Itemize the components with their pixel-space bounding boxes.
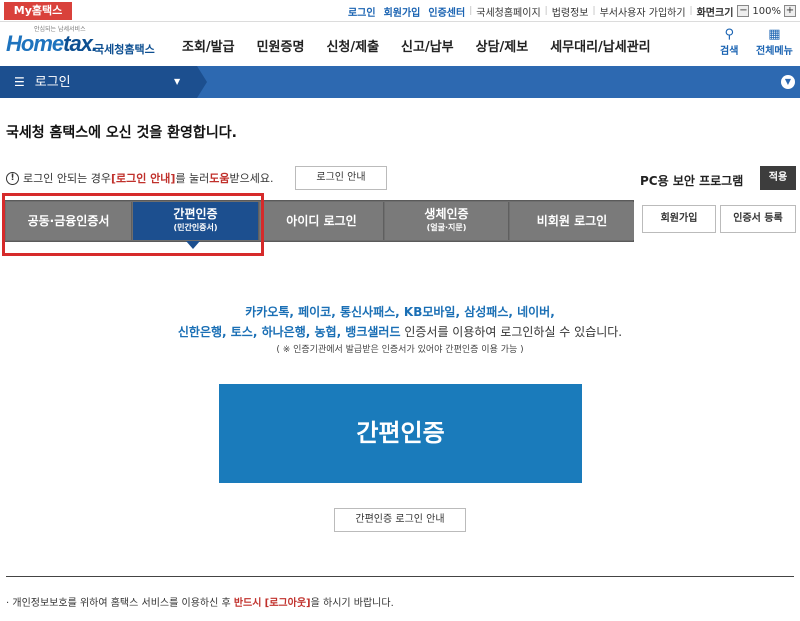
- logo-tax: tax.: [63, 31, 98, 56]
- notice-text-post: 받으세요.: [229, 172, 274, 185]
- tab-label: 비회원 로그인: [536, 214, 608, 228]
- tab-label: 생체인증: [424, 207, 469, 221]
- cert-register-button[interactable]: 인증서 등록: [720, 205, 796, 233]
- logo-wordmark: Hometax.: [6, 31, 98, 57]
- logout-notice: · 개인정보보호를 위하여 홈택스 서비스를 이용하신 후 반드시 [로그아웃]…: [6, 594, 394, 609]
- join-button[interactable]: 회원가입: [642, 205, 716, 233]
- notice-text-mid: 를 눌러: [175, 172, 210, 185]
- search-label: 검색: [720, 46, 739, 57]
- login-notice: ! 로그인 안되는 경우 [로그인 안내] 를 눌러 도움 받으세요.: [6, 170, 274, 186]
- nav-apply-submit[interactable]: 신청/제출: [326, 36, 379, 55]
- logout-notice-logout: [로그아웃]: [264, 598, 311, 609]
- simple-auth-description: 카카오톡, 페이코, 통신사패스, KB모바일, 삼성패스, 네이버, 신한은행…: [0, 302, 800, 358]
- utility-links: 로그인 회원가입 인증센터 | 국세청홈페이지 | 법령정보 | 부서사용자 가…: [344, 3, 798, 19]
- nav-civil-certificate[interactable]: 민원증명: [257, 36, 305, 55]
- provider-note: ( ※ 인증기관에서 발급받은 인증서가 있어야 간편인증 이용 가능 ): [276, 345, 524, 355]
- provider-list-line2: 신한은행, 토스, 하나은행, 농협, 뱅크샐러드 인증서를 이용하여 로그인하…: [0, 322, 800, 342]
- location-label: 로그인: [34, 75, 71, 90]
- all-menu-label: 전체메뉴: [756, 46, 793, 57]
- header: 안심되는 납세서비스 Hometax. 국세청홈택스 조회/발급 민원증명 신청…: [0, 22, 800, 66]
- tab-label: 아이디 로그인: [286, 214, 357, 228]
- main-nav: 조회/발급 민원증명 신청/제출 신고/납부 상담/제보 세무대리/납세관리: [182, 36, 673, 55]
- tab-id-login[interactable]: 아이디 로그인: [260, 202, 384, 240]
- location-arrow: [197, 66, 207, 98]
- notice-red-login-guide: [로그인 안내]: [110, 172, 176, 185]
- exclamation-icon: !: [6, 171, 19, 185]
- pc-security-label: PC용 보안 프로그램: [640, 174, 744, 188]
- screen-size-label: 화면크기: [696, 7, 734, 19]
- apply-button[interactable]: 적용: [760, 166, 796, 190]
- expand-icon[interactable]: ▼: [781, 75, 795, 89]
- notice-red-help: 도움: [209, 172, 230, 185]
- grid-icon: ▦: [768, 27, 781, 42]
- zoom-in-button[interactable]: +: [784, 5, 796, 17]
- utility-bar: My홈택스 로그인 회원가입 인증센터 | 국세청홈페이지 | 법령정보 | 부…: [0, 0, 800, 22]
- tab-sublabel: (얼굴·지문): [426, 223, 467, 232]
- hamburger-icon: ☰: [14, 75, 25, 89]
- logout-notice-post: 을 하시기 바랍니다.: [310, 598, 394, 609]
- logo-korean: 국세청홈택스: [94, 43, 155, 56]
- tab-biometric[interactable]: 생체인증 (얼굴·지문): [385, 202, 509, 240]
- page-title: 국세청 홈택스에 오신 것을 환영합니다.: [6, 125, 237, 141]
- simple-auth-button[interactable]: 간편인증: [219, 384, 582, 483]
- caret-down-icon: ▼: [174, 77, 181, 86]
- nts-homepage-link[interactable]: 국세청홈페이지: [472, 4, 544, 19]
- simple-auth-guide-button[interactable]: 간편인증 로그인 안내: [334, 508, 466, 532]
- logout-notice-must: 반드시: [233, 598, 262, 609]
- provider-list-rest: 인증서를 이용하여 로그인하실 수 있습니다.: [400, 325, 623, 339]
- law-info-link[interactable]: 법령정보: [548, 4, 593, 19]
- divider-line: [6, 576, 794, 577]
- dept-user-signup-link[interactable]: 부서사용자 가입하기: [596, 4, 690, 19]
- highlight-box: [2, 193, 264, 256]
- search-button[interactable]: ⚲ 검색: [720, 27, 739, 58]
- zoom-level: 100%: [752, 5, 781, 17]
- tab-guest-login[interactable]: 비회원 로그인: [510, 202, 634, 240]
- nav-report-pay[interactable]: 신고/납부: [401, 36, 454, 55]
- login-guide-button[interactable]: 로그인 안내: [295, 166, 387, 190]
- location-dropdown[interactable]: ☰ 로그인 ▼: [0, 66, 197, 98]
- provider-list-blue: 신한은행, 토스, 하나은행, 농협, 뱅크샐러드: [177, 325, 401, 339]
- search-icon: ⚲: [724, 27, 734, 42]
- login-link[interactable]: 로그인: [344, 4, 380, 19]
- nav-tax-agent[interactable]: 세무대리/납세관리: [550, 36, 650, 55]
- provider-list-line1: 카카오톡, 페이코, 통신사패스, KB모바일, 삼성패스, 네이버,: [245, 305, 555, 319]
- signup-link[interactable]: 회원가입: [380, 4, 425, 19]
- nav-consult-tip[interactable]: 상담/제보: [476, 36, 529, 55]
- cert-center-link[interactable]: 인증센터: [424, 4, 469, 19]
- all-menu-button[interactable]: ▦ 전체메뉴: [756, 27, 793, 58]
- logo-home: Home: [6, 31, 64, 56]
- notice-text-pre: 로그인 안되는 경우: [23, 172, 111, 185]
- hometax-logo[interactable]: 안심되는 납세서비스 Hometax. 국세청홈택스: [6, 24, 156, 62]
- location-bar: ☰ 로그인 ▼ ▼: [0, 66, 800, 98]
- zoom-out-button[interactable]: −: [737, 5, 750, 17]
- nav-inquiry-issue[interactable]: 조회/발급: [182, 36, 235, 55]
- bullet: ·: [6, 598, 10, 609]
- logout-notice-pre: 개인정보보호를 위하여 홈택스 서비스를 이용하신 후: [12, 598, 234, 609]
- my-hometax-button[interactable]: My홈택스: [4, 2, 72, 20]
